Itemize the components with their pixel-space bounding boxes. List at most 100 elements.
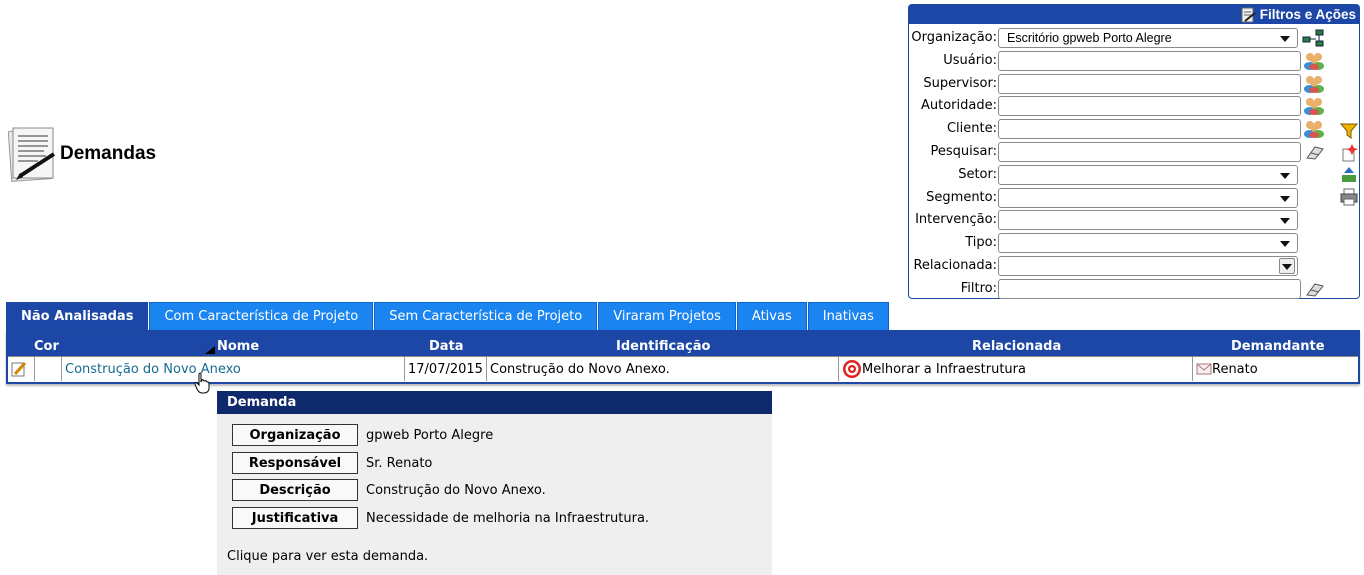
organizacao-value: Escritório gpweb Porto Alegre xyxy=(1007,30,1172,45)
filter-row-pesquisar: Pesquisar: xyxy=(909,141,1325,162)
segmento-label: Segmento: xyxy=(926,190,997,205)
relacionada-label: Relacionada: xyxy=(913,258,997,273)
tab-ativas[interactable]: Ativas xyxy=(736,302,807,330)
chevron-down-icon xyxy=(1279,257,1295,274)
side-actions xyxy=(1339,122,1360,210)
page-title: Demandas xyxy=(60,143,157,164)
tooltip-value: gpweb Porto Alegre xyxy=(366,427,494,443)
users-icon[interactable] xyxy=(1303,97,1325,115)
tab-com-caracteristica[interactable]: Com Característica de Projeto xyxy=(149,302,374,330)
tooltip-value: Construção do Novo Anexo. xyxy=(366,482,546,498)
filter-row-setor: Setor: xyxy=(909,164,1298,185)
col-identificacao[interactable]: Identificação xyxy=(616,339,710,354)
filter-row-usuario: Usuário: xyxy=(909,50,1325,71)
users-icon[interactable] xyxy=(1303,75,1325,93)
supervisor-input[interactable] xyxy=(998,73,1301,94)
col-data[interactable]: Data xyxy=(429,339,464,354)
tooltip-footer: Clique para ver esta demanda. xyxy=(227,549,429,564)
notes-icon xyxy=(1241,7,1256,22)
autoridade-input[interactable] xyxy=(998,95,1301,116)
col-cor[interactable]: Cor xyxy=(34,339,59,354)
intervencao-select[interactable] xyxy=(998,209,1298,230)
filters-title: Filtros e Ações xyxy=(1259,7,1356,22)
tipo-select[interactable] xyxy=(998,232,1298,253)
filters-header: Filtros e Ações xyxy=(909,5,1359,24)
demanda-tooltip: Demanda Organização gpweb Porto Alegre R… xyxy=(217,391,772,575)
filter-row-autoridade: Autoridade: xyxy=(909,95,1325,116)
pesquisar-input[interactable] xyxy=(998,141,1301,162)
hand-cursor-icon xyxy=(194,372,210,394)
chevron-down-icon xyxy=(1280,35,1290,42)
filter-row-intervencao: Intervenção: xyxy=(909,209,1298,230)
filter-row-cliente: Cliente: xyxy=(909,118,1325,139)
setor-label: Setor: xyxy=(958,167,997,182)
identificacao-cell: Construção do Novo Anexo. xyxy=(486,357,838,381)
tab-bar: Não Analisadas Com Característica de Pro… xyxy=(6,302,890,330)
chevron-down-icon xyxy=(1280,172,1290,179)
chevron-down-icon xyxy=(1280,240,1290,247)
page-header: Demandas xyxy=(7,126,157,182)
tooltip-row: Organização gpweb Porto Alegre xyxy=(232,424,493,446)
sort-arrow-icon xyxy=(205,346,215,354)
tooltip-label: Organização xyxy=(232,424,358,446)
tooltip-label: Justificativa xyxy=(232,507,358,529)
cliente-input[interactable] xyxy=(998,118,1301,139)
tab-nao-analisadas[interactable]: Não Analisadas xyxy=(6,302,149,330)
export-icon[interactable] xyxy=(1340,166,1358,184)
tooltip-label: Descrição xyxy=(232,479,358,501)
organizacao-select[interactable]: Escritório gpweb Porto Alegre xyxy=(998,27,1298,48)
filtro-input[interactable] xyxy=(998,278,1301,299)
setor-select[interactable] xyxy=(998,164,1298,185)
filter-row-supervisor: Supervisor: xyxy=(909,73,1325,94)
eraser-icon[interactable] xyxy=(1303,280,1325,298)
filters-panel: Filtros e Ações Organização: Escritório … xyxy=(908,4,1360,299)
edit-icon[interactable] xyxy=(11,361,27,377)
tooltip-label: Responsável xyxy=(232,452,358,474)
relacionada-cell[interactable]: Melhorar a Infraestrutura xyxy=(862,362,1026,377)
col-demandante[interactable]: Demandante xyxy=(1231,339,1325,354)
cliente-label: Cliente: xyxy=(946,121,997,136)
filter-row-segmento: Segmento: xyxy=(909,187,1298,208)
table-header: Cor Nome Data Identificação Relacionada … xyxy=(8,330,1358,356)
demandante-cell[interactable]: Renato xyxy=(1212,362,1258,377)
filter-row-filtro: Filtro: xyxy=(909,278,1325,299)
filter-row-tipo: Tipo: xyxy=(909,232,1298,253)
target-icon xyxy=(843,360,861,378)
usuario-label: Usuário: xyxy=(943,53,997,68)
funnel-icon[interactable] xyxy=(1339,122,1359,140)
mail-icon xyxy=(1196,363,1212,375)
chevron-down-icon xyxy=(1280,195,1290,202)
organizacao-label: Organização: xyxy=(911,30,997,45)
intervencao-label: Intervenção: xyxy=(915,212,997,227)
tooltip-title: Demanda xyxy=(217,391,772,414)
org-chart-icon[interactable] xyxy=(1302,29,1324,47)
supervisor-label: Supervisor: xyxy=(923,76,997,91)
tooltip-row: Responsável Sr. Renato xyxy=(232,452,432,474)
tab-viraram-projetos[interactable]: Viraram Projetos xyxy=(598,302,736,330)
users-icon[interactable] xyxy=(1303,120,1325,138)
col-relacionada[interactable]: Relacionada xyxy=(972,339,1061,354)
printer-icon[interactable] xyxy=(1340,188,1358,206)
demanda-name-link[interactable]: Construção do Novo Anexo xyxy=(65,362,241,377)
tab-sem-caracteristica[interactable]: Sem Característica de Projeto xyxy=(374,302,598,330)
tooltip-row: Descrição Construção do Novo Anexo. xyxy=(232,479,546,501)
filter-row-relacionada: Relacionada: xyxy=(909,255,1298,276)
col-nome[interactable]: Nome xyxy=(217,339,259,354)
tooltip-value: Sr. Renato xyxy=(366,455,433,471)
pesquisar-label: Pesquisar: xyxy=(930,144,998,159)
filter-row-organizacao: Organização: Escritório gpweb Porto Aleg… xyxy=(909,27,1324,48)
filtro-label: Filtro: xyxy=(960,281,997,296)
tab-inativas[interactable]: Inativas xyxy=(807,302,889,330)
tooltip-value: Necessidade de melhoria na Infraestrutur… xyxy=(366,510,650,526)
relacionada-select[interactable] xyxy=(998,255,1298,276)
segmento-select[interactable] xyxy=(998,187,1298,208)
eraser-icon[interactable] xyxy=(1303,143,1325,161)
date-cell: 17/07/2015 xyxy=(404,357,486,381)
usuario-input[interactable] xyxy=(998,50,1301,71)
document-icon xyxy=(7,126,58,182)
chevron-down-icon xyxy=(1280,217,1290,224)
users-icon[interactable] xyxy=(1303,52,1325,70)
new-item-icon[interactable] xyxy=(1340,144,1358,162)
color-cell xyxy=(34,357,61,381)
autoridade-label: Autoridade: xyxy=(921,98,997,113)
